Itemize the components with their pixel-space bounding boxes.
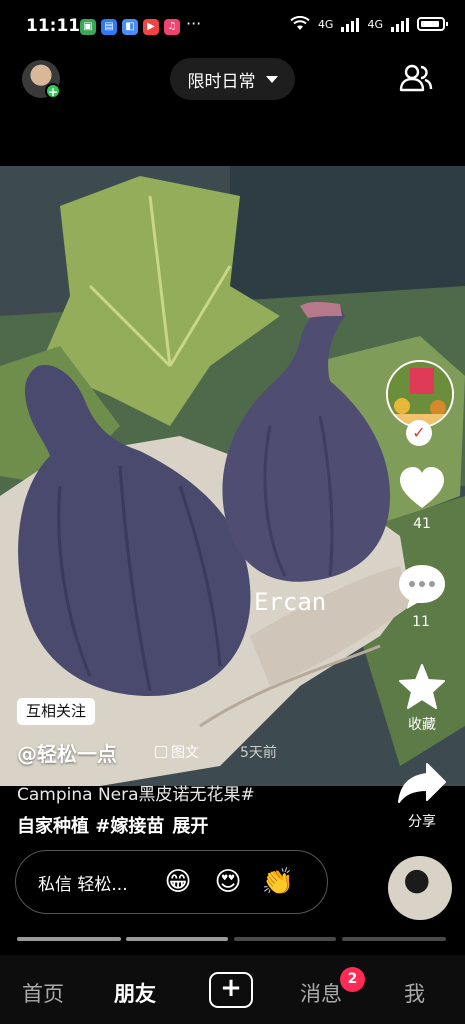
- app-icon-1: ▣: [80, 19, 96, 35]
- post-type-badge: 图文: [155, 742, 199, 762]
- creator-avatar[interactable]: [386, 360, 454, 428]
- expand-link[interactable]: 展开: [172, 812, 208, 838]
- post-photo[interactable]: [0, 166, 465, 786]
- caption-line-1: Campina Nera黑皮诺无花果#: [17, 785, 255, 805]
- nav-home[interactable]: 首页: [22, 978, 64, 1008]
- app-icon-2: ▤: [101, 19, 117, 35]
- photo-watermark: Ercan: [254, 588, 327, 616]
- post-type-label: 图文: [171, 745, 199, 761]
- direct-message-bar[interactable]: 私信 轻松... 😁 😍 👏: [15, 850, 328, 914]
- friends-icon[interactable]: [398, 62, 434, 94]
- chevron-down-icon: [265, 75, 278, 83]
- channel-selector[interactable]: 限时日常: [170, 58, 295, 100]
- signal-icon-1: [341, 16, 360, 32]
- nav-me[interactable]: 我: [404, 978, 425, 1008]
- progress-segment-current: [126, 937, 228, 941]
- like-heart-icon[interactable]: [398, 466, 446, 510]
- music-disc[interactable]: [388, 856, 452, 920]
- comment-icon[interactable]: [397, 563, 447, 611]
- status-indicators: 4G 4G: [290, 16, 448, 32]
- app-icon-3: ◧: [122, 19, 138, 35]
- figs-photo-illustration: [0, 166, 465, 786]
- direct-message-label[interactable]: 私信 轻松...: [38, 870, 146, 895]
- comment-count: 11: [412, 614, 430, 630]
- creator-avatar-image: [388, 362, 452, 426]
- image-post-icon: [155, 746, 167, 758]
- favorite-star-icon[interactable]: [398, 663, 446, 709]
- emoji-heart-eyes-button[interactable]: 😍: [210, 867, 246, 897]
- emoji-grin-button[interactable]: 😁: [160, 867, 196, 897]
- nav-messages[interactable]: 消息: [300, 978, 342, 1008]
- follow-creator-icon[interactable]: ✓: [406, 420, 432, 446]
- create-post-button[interactable]: +: [209, 972, 253, 1008]
- wifi-icon: [290, 16, 310, 30]
- messages-badge: 2: [340, 967, 365, 992]
- like-count: 41: [413, 516, 431, 532]
- channel-label: 限时日常: [187, 71, 256, 92]
- caption-hashtags[interactable]: 自家种植 #嫁接苗: [17, 812, 164, 838]
- network-label-1: 4G: [317, 17, 334, 31]
- mutual-follow-tag: 互相关注: [17, 698, 96, 725]
- progress-segment: [234, 937, 336, 941]
- share-label: 分享: [408, 814, 436, 830]
- progress-segment: [342, 937, 446, 941]
- add-story-icon[interactable]: +: [45, 83, 61, 99]
- share-arrow-icon[interactable]: [397, 762, 447, 804]
- emoji-clap-button[interactable]: 👏: [260, 867, 296, 897]
- signal-icon-2: [391, 16, 409, 32]
- video-app-icon: ▶: [143, 19, 159, 35]
- network-label-2: 4G: [367, 17, 383, 31]
- status-more-icon: ···: [186, 14, 202, 33]
- status-time: 11:11: [26, 16, 81, 36]
- post-time: 5天前: [240, 745, 277, 761]
- battery-icon: [417, 17, 448, 31]
- progress-segment: [17, 937, 121, 941]
- nav-friends[interactable]: 朋友: [114, 978, 156, 1008]
- author-name[interactable]: @轻松一点: [17, 738, 117, 767]
- favorite-label: 收藏: [408, 717, 436, 733]
- caption-line-2: 自家种植 #嫁接苗 展开: [17, 812, 208, 838]
- music-app-icon: ♫: [164, 19, 180, 35]
